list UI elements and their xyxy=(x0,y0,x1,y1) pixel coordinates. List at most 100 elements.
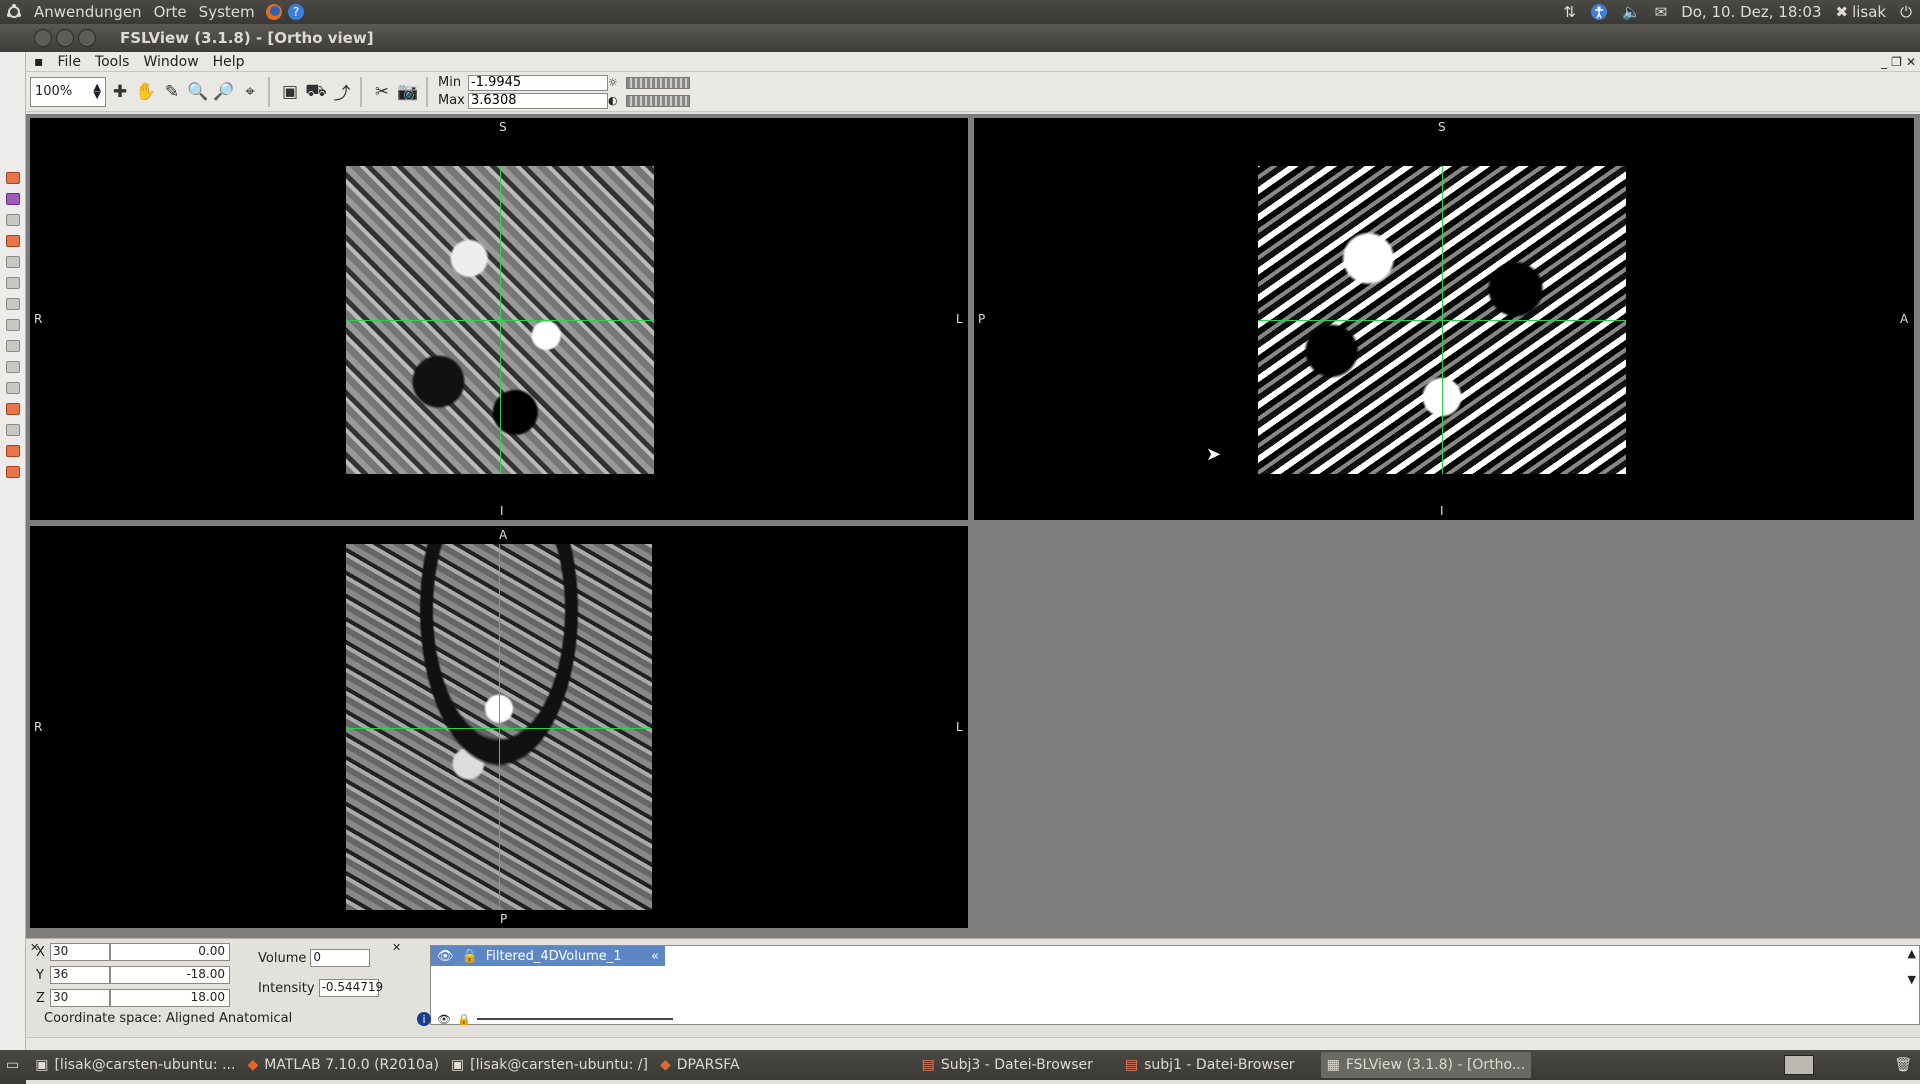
file-icon[interactable] xyxy=(5,466,20,478)
menu-orte[interactable]: Orte xyxy=(148,3,193,21)
menu-system[interactable]: System xyxy=(193,3,261,21)
maximize-window-button[interactable] xyxy=(78,29,96,47)
accessibility-icon[interactable] xyxy=(1590,3,1608,21)
brightness-slider[interactable] xyxy=(626,76,690,89)
info-icon[interactable]: i xyxy=(417,1012,431,1026)
fslview-icon: ▦ xyxy=(1326,1057,1340,1073)
pan-hand-icon[interactable]: ✋ xyxy=(134,78,158,106)
folder-icon[interactable] xyxy=(5,193,20,205)
contrast-slider[interactable] xyxy=(626,94,690,107)
trash-icon[interactable]: 🗑 xyxy=(1894,1057,1912,1073)
menu-window[interactable]: Window xyxy=(143,54,198,70)
file-icon[interactable] xyxy=(5,445,20,457)
user-status-icon: ✖ xyxy=(1835,3,1849,21)
visibility-toggle-icon[interactable]: 👁 xyxy=(437,1013,451,1026)
network-icon[interactable]: ⇅ xyxy=(1563,3,1576,21)
x-voxel-spinbox[interactable]: 30 xyxy=(50,943,110,961)
close-layers-icon[interactable]: ✕ xyxy=(392,941,401,954)
mdi-restore-icon[interactable]: ❐ xyxy=(1891,55,1902,69)
ubuntu-logo-icon[interactable] xyxy=(6,4,22,20)
workspace-switcher[interactable] xyxy=(1784,1055,1815,1075)
toolbar-separator xyxy=(360,76,362,107)
terminal-icon: ▣ xyxy=(35,1057,49,1073)
center-cursor-icon[interactable]: ⌖ xyxy=(238,78,262,106)
menu-file[interactable]: File xyxy=(58,54,81,70)
help-icon[interactable]: ? xyxy=(287,3,305,21)
user-name[interactable]: lisak xyxy=(1852,3,1886,21)
volume-icon[interactable]: 🔈 xyxy=(1622,3,1641,21)
file-icon[interactable] xyxy=(5,277,20,289)
orient-left: P xyxy=(978,312,986,326)
file-icon[interactable] xyxy=(5,319,20,331)
file-icon[interactable] xyxy=(5,214,20,226)
file-icon[interactable] xyxy=(5,382,20,394)
mdi-minimize-icon[interactable]: _ xyxy=(1881,55,1887,69)
coronal-view[interactable]: S I R L xyxy=(30,118,968,520)
orient-right: L xyxy=(956,312,963,326)
zoom-reset-icon[interactable]: 🔎 xyxy=(212,78,236,106)
zoom-spinbox[interactable]: 100% ▲ ▼ xyxy=(30,76,106,107)
firefox-icon[interactable] xyxy=(265,3,283,21)
folder-icon[interactable] xyxy=(5,172,20,184)
menu-anwendungen[interactable]: Anwendungen xyxy=(28,3,148,21)
clock[interactable]: Do, 10. Dez, 18:03 xyxy=(1681,3,1821,21)
min-input[interactable] xyxy=(468,74,608,91)
z-voxel-spinbox[interactable]: 30 xyxy=(50,989,110,1007)
cut-icon[interactable]: ✂ xyxy=(370,78,394,106)
menu-help[interactable]: Help xyxy=(213,54,245,70)
sagittal-slice-image[interactable] xyxy=(1258,166,1626,474)
collapse-icon[interactable]: « xyxy=(651,949,665,964)
lock-toggle-icon[interactable]: 🔒 xyxy=(457,1013,471,1026)
sagittal-view[interactable]: S I P A ➤ xyxy=(974,118,1914,520)
layer-tools: i 👁 🔒 xyxy=(417,1012,673,1026)
file-icon[interactable] xyxy=(5,424,20,436)
volume-spinbox[interactable]: 0 xyxy=(310,949,371,967)
layer-scroll[interactable]: ▲ ▼ xyxy=(1908,947,1916,986)
layer-row[interactable]: 👁 🔒 Filtered_4DVolume_1 « xyxy=(431,946,665,966)
y-voxel-spinbox[interactable]: 36 xyxy=(50,966,110,984)
menu-tools[interactable]: Tools xyxy=(95,54,130,70)
file-icon[interactable] xyxy=(5,340,20,352)
file-icon[interactable] xyxy=(5,361,20,373)
task-fslview[interactable]: ▦ FSLView (3.1.8) - [Ortho... xyxy=(1320,1052,1532,1078)
graph-icon[interactable]: ⤴ xyxy=(330,78,354,106)
window-titlebar[interactable]: FSLView (3.1.8) - [Ortho view] xyxy=(0,24,1920,52)
task-dparsfa[interactable]: ◆ DPARSFA xyxy=(654,1052,746,1078)
file-icon[interactable] xyxy=(5,298,20,310)
z-mm-field[interactable]: 18.00 xyxy=(110,989,230,1007)
crosshair-plus-icon[interactable]: ✚ xyxy=(108,78,132,106)
folder-icon: ▤ xyxy=(1124,1057,1139,1073)
task-subj1-browser[interactable]: ▤ subj1 - Datei-Browser xyxy=(1119,1052,1301,1078)
orient-left: R xyxy=(34,312,43,326)
show-desktop-icon[interactable]: ▭ xyxy=(6,1057,19,1073)
mail-icon[interactable]: ✉ xyxy=(1655,3,1668,21)
file-icon[interactable] xyxy=(5,235,20,247)
mdi-close-icon[interactable]: ✕ xyxy=(1906,55,1916,69)
file-icon[interactable] xyxy=(5,403,20,415)
orient-right: L xyxy=(956,720,963,734)
file-icon[interactable] xyxy=(5,256,20,268)
task-subj3-browser[interactable]: ▤ Subj3 - Datei-Browser xyxy=(916,1052,1099,1078)
y-mm-field[interactable]: -18.00 xyxy=(110,966,230,984)
task-matlab[interactable]: ◆ MATLAB 7.10.0 (R2010a) xyxy=(241,1052,445,1078)
box-select-icon[interactable]: ▣ xyxy=(278,78,302,106)
task-terminal-1[interactable]: ▣ [lisak@carsten-ubuntu: ... xyxy=(29,1052,241,1078)
transparency-slider[interactable] xyxy=(476,1018,673,1020)
layer-name: Filtered_4DVolume_1 xyxy=(485,948,622,964)
spin-arrows-icon[interactable]: ▲ ▼ xyxy=(93,82,101,100)
close-window-button[interactable] xyxy=(34,29,52,47)
power-icon[interactable]: ⏻ xyxy=(1900,3,1912,21)
lock-icon[interactable]: 🔒 xyxy=(462,949,478,964)
pencil-icon[interactable]: ✎ xyxy=(160,78,184,106)
task-terminal-2[interactable]: ▣ [lisak@carsten-ubuntu: /] xyxy=(445,1052,654,1078)
minimize-window-button[interactable] xyxy=(56,29,74,47)
coronal-slice-image[interactable] xyxy=(346,166,654,474)
fill-icon[interactable]: ⛟ xyxy=(304,78,328,106)
axial-slice-image[interactable] xyxy=(346,544,652,910)
axial-view[interactable]: A P R L xyxy=(30,526,968,928)
max-input[interactable] xyxy=(468,92,608,109)
eye-icon[interactable]: 👁 xyxy=(437,949,454,964)
zoom-icon[interactable]: 🔍 xyxy=(186,78,210,106)
x-mm-field[interactable]: 0.00 xyxy=(110,943,230,961)
screenshot-icon[interactable]: 📷 xyxy=(396,78,420,106)
